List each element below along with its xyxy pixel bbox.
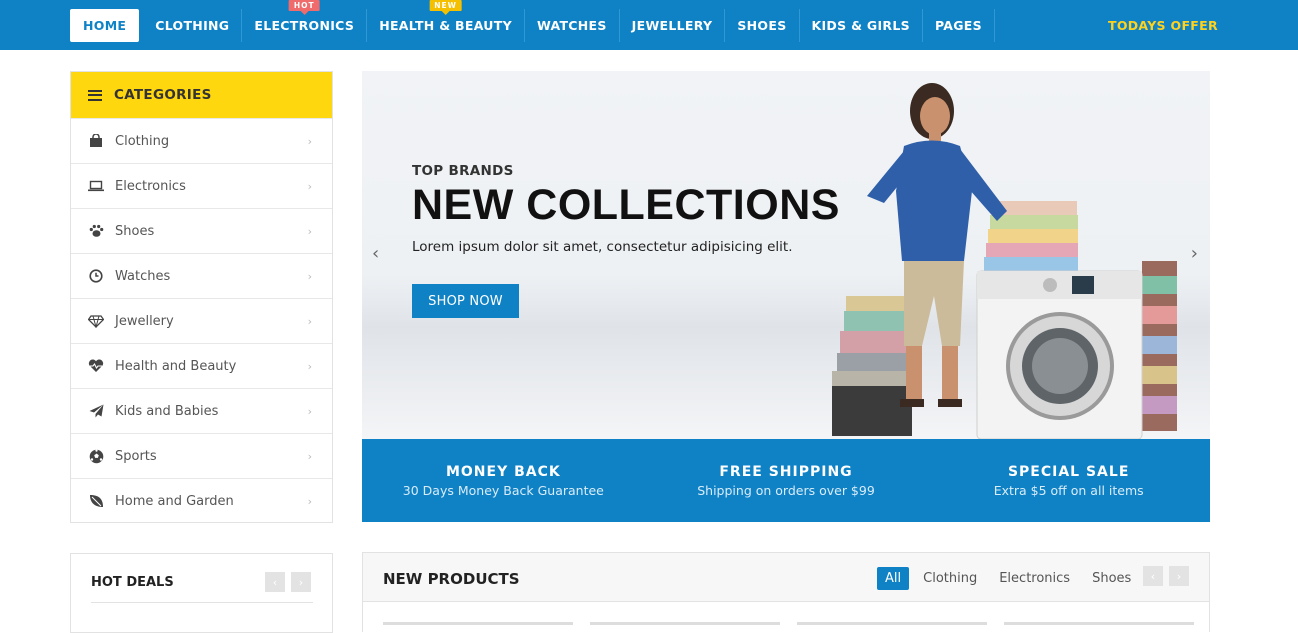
- paper-plane-icon: [87, 403, 105, 419]
- nav-item-pages[interactable]: PAGES: [923, 9, 995, 42]
- nav-label: SHOES: [737, 18, 787, 33]
- feature-title: FREE SHIPPING: [719, 463, 853, 480]
- hero-slider: TOP BRANDS NEW COLLECTIONS Lorem ipsum d…: [362, 71, 1210, 439]
- category-item-health-beauty[interactable]: Health and Beauty ›: [71, 343, 332, 388]
- category-item-shoes[interactable]: Shoes ›: [71, 208, 332, 253]
- chevron-right-icon: ›: [307, 269, 312, 283]
- category-label: Clothing: [115, 133, 170, 149]
- heartbeat-icon: [87, 358, 105, 374]
- nav-label: WATCHES: [536, 18, 607, 33]
- nav-item-clothing[interactable]: CLOTHING: [143, 9, 243, 42]
- categories-title: CATEGORIES: [114, 87, 212, 103]
- category-label: Kids and Babies: [115, 403, 219, 419]
- shop-now-button[interactable]: SHOP NOW: [412, 284, 519, 318]
- hero-image: [832, 83, 1177, 439]
- todays-offer-link[interactable]: TODAYS OFFER: [1108, 18, 1218, 33]
- nav-item-electronics[interactable]: HOT ELECTRONICS: [242, 0, 368, 42]
- nav-label: ELECTRONICS: [254, 18, 355, 33]
- slide-description: Lorem ipsum dolor sit amet, consectetur …: [412, 239, 793, 255]
- chevron-right-icon: ›: [307, 494, 312, 508]
- nav-item-home[interactable]: HOME: [70, 9, 140, 42]
- feature-title: SPECIAL SALE: [1007, 463, 1130, 480]
- products-next-button[interactable]: ›: [1169, 566, 1189, 586]
- category-item-home-garden[interactable]: Home and Garden ›: [71, 478, 332, 523]
- hot-deals-widget: HOT DEALS ‹ ›: [70, 553, 333, 633]
- nav-label: JEWELLERY: [631, 18, 713, 33]
- tab-electronics[interactable]: Electronics: [991, 567, 1078, 590]
- nav-item-health-beauty[interactable]: NEW HEALTH & BEAUTY: [367, 0, 525, 42]
- tab-all[interactable]: All: [877, 567, 910, 590]
- new-products-section: NEW PRODUCTS All Clothing Electronics Sh…: [362, 552, 1210, 632]
- nav-label: CLOTHING: [155, 18, 230, 33]
- category-label: Sports: [115, 448, 157, 464]
- leaf-icon: [87, 493, 105, 509]
- diamond-icon: [87, 313, 105, 329]
- chevron-right-icon: ›: [307, 314, 312, 328]
- slider-prev-icon[interactable]: ‹: [372, 243, 379, 264]
- category-label: Watches: [115, 268, 171, 284]
- chevron-right-icon: ›: [307, 359, 312, 373]
- feature-free-shipping: FREE SHIPPING Shipping on orders over $9…: [645, 439, 928, 522]
- nav-label: HEALTH & BEAUTY: [379, 18, 512, 33]
- categories-header[interactable]: CATEGORIES: [71, 72, 332, 118]
- category-item-sports[interactable]: Sports ›: [71, 433, 332, 478]
- category-item-watches[interactable]: Watches ›: [71, 253, 332, 298]
- chevron-right-icon: ›: [307, 404, 312, 418]
- laptop-icon: [87, 178, 105, 194]
- nav-item-kids-girls[interactable]: KIDS & GIRLS: [800, 9, 923, 42]
- category-label: Shoes: [115, 223, 155, 239]
- nav-item-shoes[interactable]: SHOES: [725, 9, 800, 42]
- category-label: Jewellery: [115, 313, 174, 329]
- new-products-title: NEW PRODUCTS: [383, 570, 520, 588]
- tab-clothing[interactable]: Clothing: [915, 567, 985, 590]
- slide-title: NEW COLLECTIONS: [412, 181, 840, 229]
- product-filter-tabs: All Clothing Electronics Shoes: [877, 567, 1139, 590]
- hot-badge: HOT: [288, 0, 320, 11]
- category-label: Electronics: [115, 178, 186, 194]
- soccer-ball-icon: [87, 448, 105, 464]
- nav-label: KIDS & GIRLS: [811, 18, 910, 33]
- nav-menu: HOME CLOTHING HOT ELECTRONICS NEW HEALTH…: [70, 0, 995, 42]
- feature-desc: Shipping on orders over $99: [697, 482, 875, 498]
- category-label: Home and Garden: [115, 493, 234, 509]
- clock-icon: [87, 268, 105, 284]
- products-prev-button[interactable]: ‹: [1143, 566, 1163, 586]
- menu-icon: [88, 89, 102, 101]
- chevron-right-icon: ›: [307, 134, 312, 148]
- feature-desc: Extra $5 off on all items: [993, 482, 1144, 498]
- nav-item-jewellery[interactable]: JEWELLERY: [620, 9, 726, 42]
- category-item-clothing[interactable]: Clothing ›: [71, 118, 332, 163]
- main-navigation: HOME CLOTHING HOT ELECTRONICS NEW HEALTH…: [0, 0, 1298, 50]
- features-bar: MONEY BACK 30 Days Money Back Guarantee …: [362, 439, 1210, 522]
- chevron-right-icon: ›: [307, 224, 312, 238]
- feature-title: MONEY BACK: [445, 463, 561, 480]
- category-item-kids-babies[interactable]: Kids and Babies ›: [71, 388, 332, 433]
- category-label: Health and Beauty: [115, 358, 237, 374]
- nav-item-watches[interactable]: WATCHES: [525, 9, 620, 42]
- categories-sidebar: CATEGORIES Clothing › Electronics › Shoe…: [70, 71, 333, 523]
- nav-label: PAGES: [934, 18, 982, 33]
- feature-special-sale: SPECIAL SALE Extra $5 off on all items: [927, 439, 1210, 522]
- hot-deals-title: HOT DEALS: [91, 575, 174, 590]
- slide-subtitle: TOP BRANDS: [412, 163, 514, 179]
- category-item-jewellery[interactable]: Jewellery ›: [71, 298, 332, 343]
- category-item-electronics[interactable]: Electronics ›: [71, 163, 332, 208]
- tab-shoes[interactable]: Shoes: [1084, 567, 1139, 590]
- hot-deals-next-button[interactable]: ›: [291, 572, 311, 592]
- hot-deals-prev-button[interactable]: ‹: [265, 572, 285, 592]
- chevron-right-icon: ›: [307, 179, 312, 193]
- shopping-bag-icon: [87, 133, 105, 149]
- new-badge: NEW: [429, 0, 462, 11]
- feature-desc: 30 Days Money Back Guarantee: [402, 482, 604, 498]
- feature-money-back: MONEY BACK 30 Days Money Back Guarantee: [362, 439, 645, 522]
- chevron-right-icon: ›: [307, 449, 312, 463]
- paw-icon: [87, 223, 105, 239]
- products-grid: [363, 602, 1209, 632]
- nav-label: HOME: [83, 18, 127, 33]
